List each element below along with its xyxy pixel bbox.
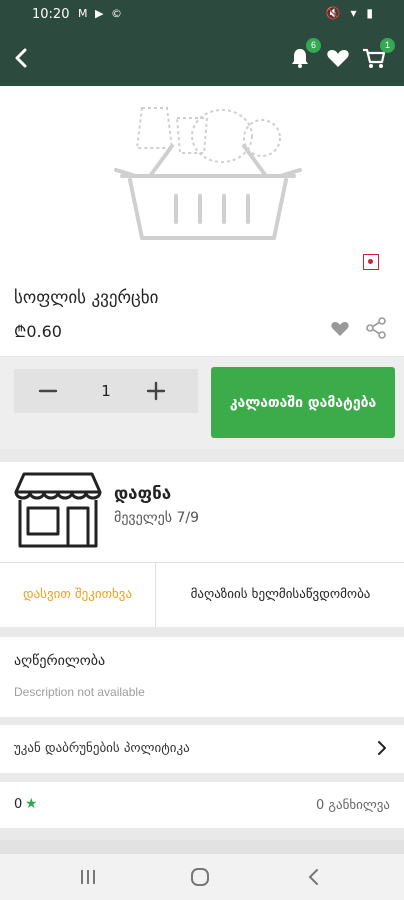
description-text: Description not available [14, 685, 145, 699]
notifications-button[interactable]: 6 [286, 38, 321, 72]
recents-icon[interactable] [78, 868, 98, 886]
product-name: სოფლის კვერცხი [14, 288, 159, 308]
rating-row[interactable]: 0 ★ 0 განხილვა [0, 782, 404, 828]
store-address: მეველეს 7/9 [114, 510, 200, 526]
system-nav-bar [0, 854, 404, 900]
flag-icon[interactable] [363, 254, 379, 270]
heart-icon[interactable] [330, 318, 350, 338]
bottom-divider [0, 840, 404, 854]
add-to-cart-button[interactable]: კალათაში დამატება [211, 367, 395, 438]
store-name: დაფნა [114, 484, 172, 504]
plus-icon[interactable] [146, 381, 166, 401]
app-bar: 6 1 [0, 30, 404, 86]
quantity-stepper: 1 [14, 369, 198, 413]
status-notification-icons: M ▶ © [78, 7, 124, 20]
wishlist-button[interactable] [324, 44, 352, 72]
basket-placeholder-image [114, 107, 302, 240]
store-availability-button[interactable]: მაღაზიის ხელმისაწვდომობა [157, 563, 404, 627]
minus-icon[interactable] [38, 381, 58, 401]
status-system-icons: 🔇 ▾ ▮ [325, 6, 376, 20]
heart-icon [327, 50, 349, 67]
store-tabs: დასვით შეკითხვა მაღაზიის ხელმისაწვდომობა [0, 562, 404, 627]
return-policy-row[interactable]: უკან დაბრუნების პოლიტიკა [0, 725, 404, 773]
rating-value: 0 [14, 797, 23, 812]
quantity-value: 1 [101, 382, 111, 400]
store-icon [14, 472, 102, 548]
cart-badge: 1 [380, 38, 395, 53]
share-icon[interactable] [364, 316, 388, 340]
description-title: აღწერილობა [14, 653, 106, 669]
description-card: აღწერილობა Description not available [0, 637, 404, 717]
reviews-count: 0 განხილვა [316, 798, 390, 813]
status-bar: 10:20 M ▶ © 🔇 ▾ ▮ [0, 0, 404, 30]
status-time: 10:20 [32, 7, 70, 22]
product-price: ₾0.60 [14, 322, 62, 341]
product-card: სოფლის კვერცხი ₾0.60 [0, 86, 404, 356]
store-card: დაფნა მეველეს 7/9 დასვით შეკითხვა მაღაზი… [0, 462, 404, 627]
home-icon[interactable] [190, 867, 210, 887]
nav-back-icon[interactable] [304, 867, 324, 887]
chevron-right-icon [378, 741, 386, 755]
return-policy-label: უკან დაბრუნების პოლიტიკა [14, 741, 190, 756]
quantity-section: 1 კალათაში დამატება [0, 357, 404, 449]
star-icon: ★ [25, 796, 38, 812]
notifications-badge: 6 [306, 38, 321, 53]
back-button[interactable] [8, 44, 36, 72]
ask-question-button[interactable]: დასვით შეკითხვა [0, 563, 156, 627]
back-arrow-icon [15, 48, 27, 68]
cart-button[interactable]: 1 [360, 38, 395, 72]
